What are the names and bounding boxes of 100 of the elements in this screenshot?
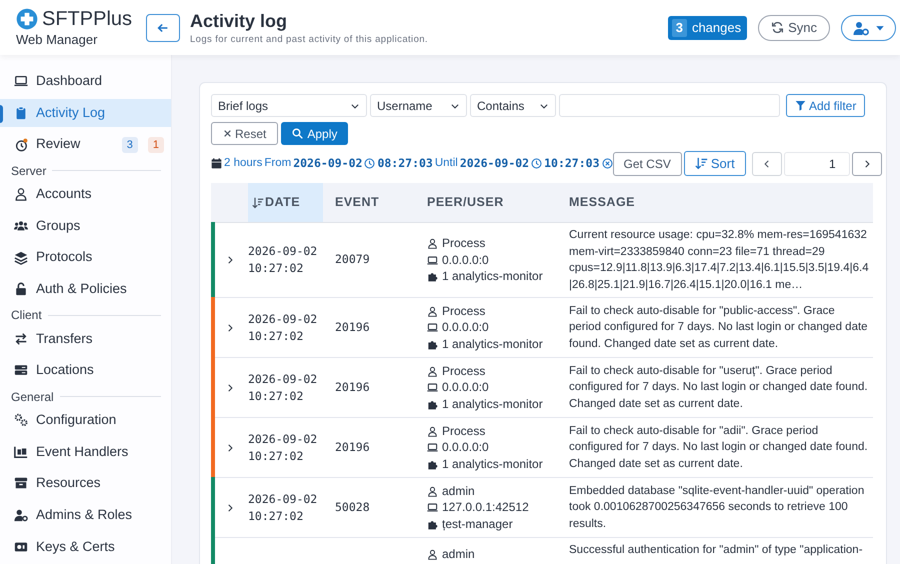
- user-menu-button[interactable]: [841, 14, 896, 40]
- event-cell-text: 20079: [335, 251, 370, 268]
- column-header[interactable]: EVENT: [323, 183, 415, 222]
- component-name: 1 analytics-monitor: [442, 268, 543, 285]
- user-name: admin: [442, 546, 475, 562]
- clear-icon: [602, 158, 612, 169]
- chart-icon: [14, 444, 28, 459]
- message-cell-text: Fail to check auto-disable for "adii". Grace period configured for 7 days. No last login or changed date found. Changed date set as current date.: [569, 424, 869, 472]
- sidebar-item[interactable]: Protocols: [0, 243, 171, 272]
- sort-button[interactable]: Sort: [684, 151, 746, 176]
- sync-icon: [771, 21, 784, 34]
- sidebar-item[interactable]: Auth & Policies: [0, 274, 171, 304]
- select-field[interactable]: Username: [370, 94, 467, 117]
- peer-address: 127.0.0.1:42512: [442, 499, 529, 516]
- page-title: Activity log: [190, 10, 288, 32]
- changes-button[interactable]: 3 changes: [668, 16, 748, 40]
- server-icon: [14, 363, 28, 378]
- peer-address: 0.0.0.0:0: [442, 319, 489, 336]
- range-label: Until: [434, 156, 458, 171]
- select-field[interactable]: Brief logs: [211, 94, 367, 117]
- previous-page-button[interactable]: [752, 152, 782, 176]
- sidebar-item[interactable]: Keys & Certs: [0, 532, 171, 561]
- clock-icon: [364, 158, 376, 169]
- sync-button[interactable]: Sync: [758, 14, 830, 40]
- users-icon: [14, 218, 28, 233]
- sort-icon: [252, 196, 264, 208]
- puzzle-icon: [427, 518, 438, 530]
- user-name: Process: [442, 362, 486, 380]
- component-name: 1 analytics-monitor: [442, 336, 543, 352]
- user-icon: [427, 548, 438, 560]
- date-cell-text: 2026-09-02: [248, 490, 318, 508]
- add-filter-button[interactable]: Add filter: [786, 94, 866, 117]
- range-label: From: [264, 156, 292, 171]
- user-icon: [427, 366, 438, 376]
- sidebar-item[interactable]: Configuration: [0, 406, 171, 434]
- event-cell-text: 20196: [335, 438, 370, 456]
- range-duration: 2 hours: [224, 156, 262, 171]
- logo-icon: [16, 8, 38, 30]
- count-badge: 1: [148, 136, 164, 153]
- laptop-icon: [14, 74, 28, 88]
- laptop-icon: [427, 254, 438, 266]
- peer-address: 0.0.0.0:0: [442, 439, 489, 456]
- time-cell-text: 10:27:02: [248, 260, 304, 277]
- date-cell-text: 2026-09-02: [248, 430, 318, 448]
- message-cell-text: Fail to check auto-disable for "public-access". Grace period configured for 7 days. No last login or changed date found. Changed date set as current date.: [569, 304, 869, 352]
- user-name: Process: [442, 422, 486, 440]
- sidebar-item[interactable]: Transfers: [0, 324, 171, 354]
- user-gear-icon: [852, 20, 868, 36]
- user-icon: [427, 306, 438, 316]
- time-cell-text: 10:27:02: [248, 448, 304, 464]
- page-number-field[interactable]: 1: [784, 152, 850, 176]
- user-icon: [427, 486, 438, 496]
- filter-value-field[interactable]: [559, 94, 780, 117]
- apply-button[interactable]: Apply: [281, 122, 348, 145]
- gears-icon: [14, 413, 28, 428]
- user-icon: [427, 238, 438, 249]
- message-cell-text: Current resource usage: cpu=32.8% mem-res=169541632 mem-virt=2333859840 conn=23 file=71 thread=29 cpus=12.9|11.8|13.9|6.3|17.4|7.2|13.4|6.1|15.5|3.5|19.4|6.4|26.8|25.1|21.9|16.7|26.4|15.1|20.0|16.1 me…: [569, 228, 869, 292]
- lock-icon: [14, 282, 28, 296]
- select-field[interactable]: Contains: [470, 94, 556, 117]
- sidebar-item[interactable]: Groups: [0, 212, 171, 240]
- sidebar-item[interactable]: Dashboard: [0, 67, 171, 96]
- clock-history-icon: [14, 138, 28, 152]
- sidebar-item[interactable]: Locations: [0, 356, 171, 385]
- puzzle-icon: [427, 398, 438, 410]
- sort-icon: [694, 157, 708, 170]
- laptop-icon: [427, 442, 438, 453]
- close-icon: [223, 129, 232, 138]
- sidebar-item[interactable]: Event Handlers: [0, 437, 171, 466]
- column-header[interactable]: DATE: [248, 183, 323, 222]
- arrows-swap-icon: [14, 332, 28, 346]
- range-time: 10:27:03: [544, 154, 600, 172]
- section-label: Client: [11, 307, 42, 324]
- back-button[interactable]: [146, 14, 180, 42]
- sidebar-item[interactable]: Review 3 1: [0, 130, 171, 159]
- sidebar-item[interactable]: Activity Log: [0, 98, 171, 128]
- peer-address: 0.0.0.0:0: [442, 379, 489, 396]
- reset-button[interactable]: Reset: [211, 122, 278, 145]
- filter-icon: [795, 100, 806, 111]
- count-badge: 3: [122, 136, 138, 153]
- sidebar-item[interactable]: Resources: [0, 469, 171, 498]
- sidebar-item[interactable]: Accounts: [0, 180, 171, 209]
- time-cell-text: 10:27:02: [248, 388, 304, 404]
- column-header[interactable]: PEER/USER: [415, 183, 557, 222]
- puzzle-icon: [427, 458, 438, 470]
- message-cell-text: Successful authentication for "admin" of type "application-: [569, 543, 863, 558]
- get-csv-button[interactable]: Get CSV: [612, 152, 682, 176]
- component-name: 1 analytics-monitor: [442, 396, 543, 412]
- archive-icon: [14, 476, 28, 490]
- clock-icon: [531, 158, 542, 169]
- laptop-icon: [427, 382, 438, 393]
- column-header[interactable]: MESSAGE: [557, 183, 873, 222]
- date-cell-text: 2026-09-02: [248, 310, 318, 328]
- range-date: 2026-09-02: [293, 154, 362, 172]
- layers-icon: [14, 250, 28, 265]
- section-label: Server: [11, 162, 46, 180]
- changes-count: 3: [672, 18, 687, 36]
- range-time: 08:27:03: [377, 154, 433, 172]
- next-page-button[interactable]: [852, 152, 882, 176]
- date-cell-text: 2026-09-02: [248, 243, 318, 260]
- sidebar-item[interactable]: Admins & Roles: [0, 500, 171, 530]
